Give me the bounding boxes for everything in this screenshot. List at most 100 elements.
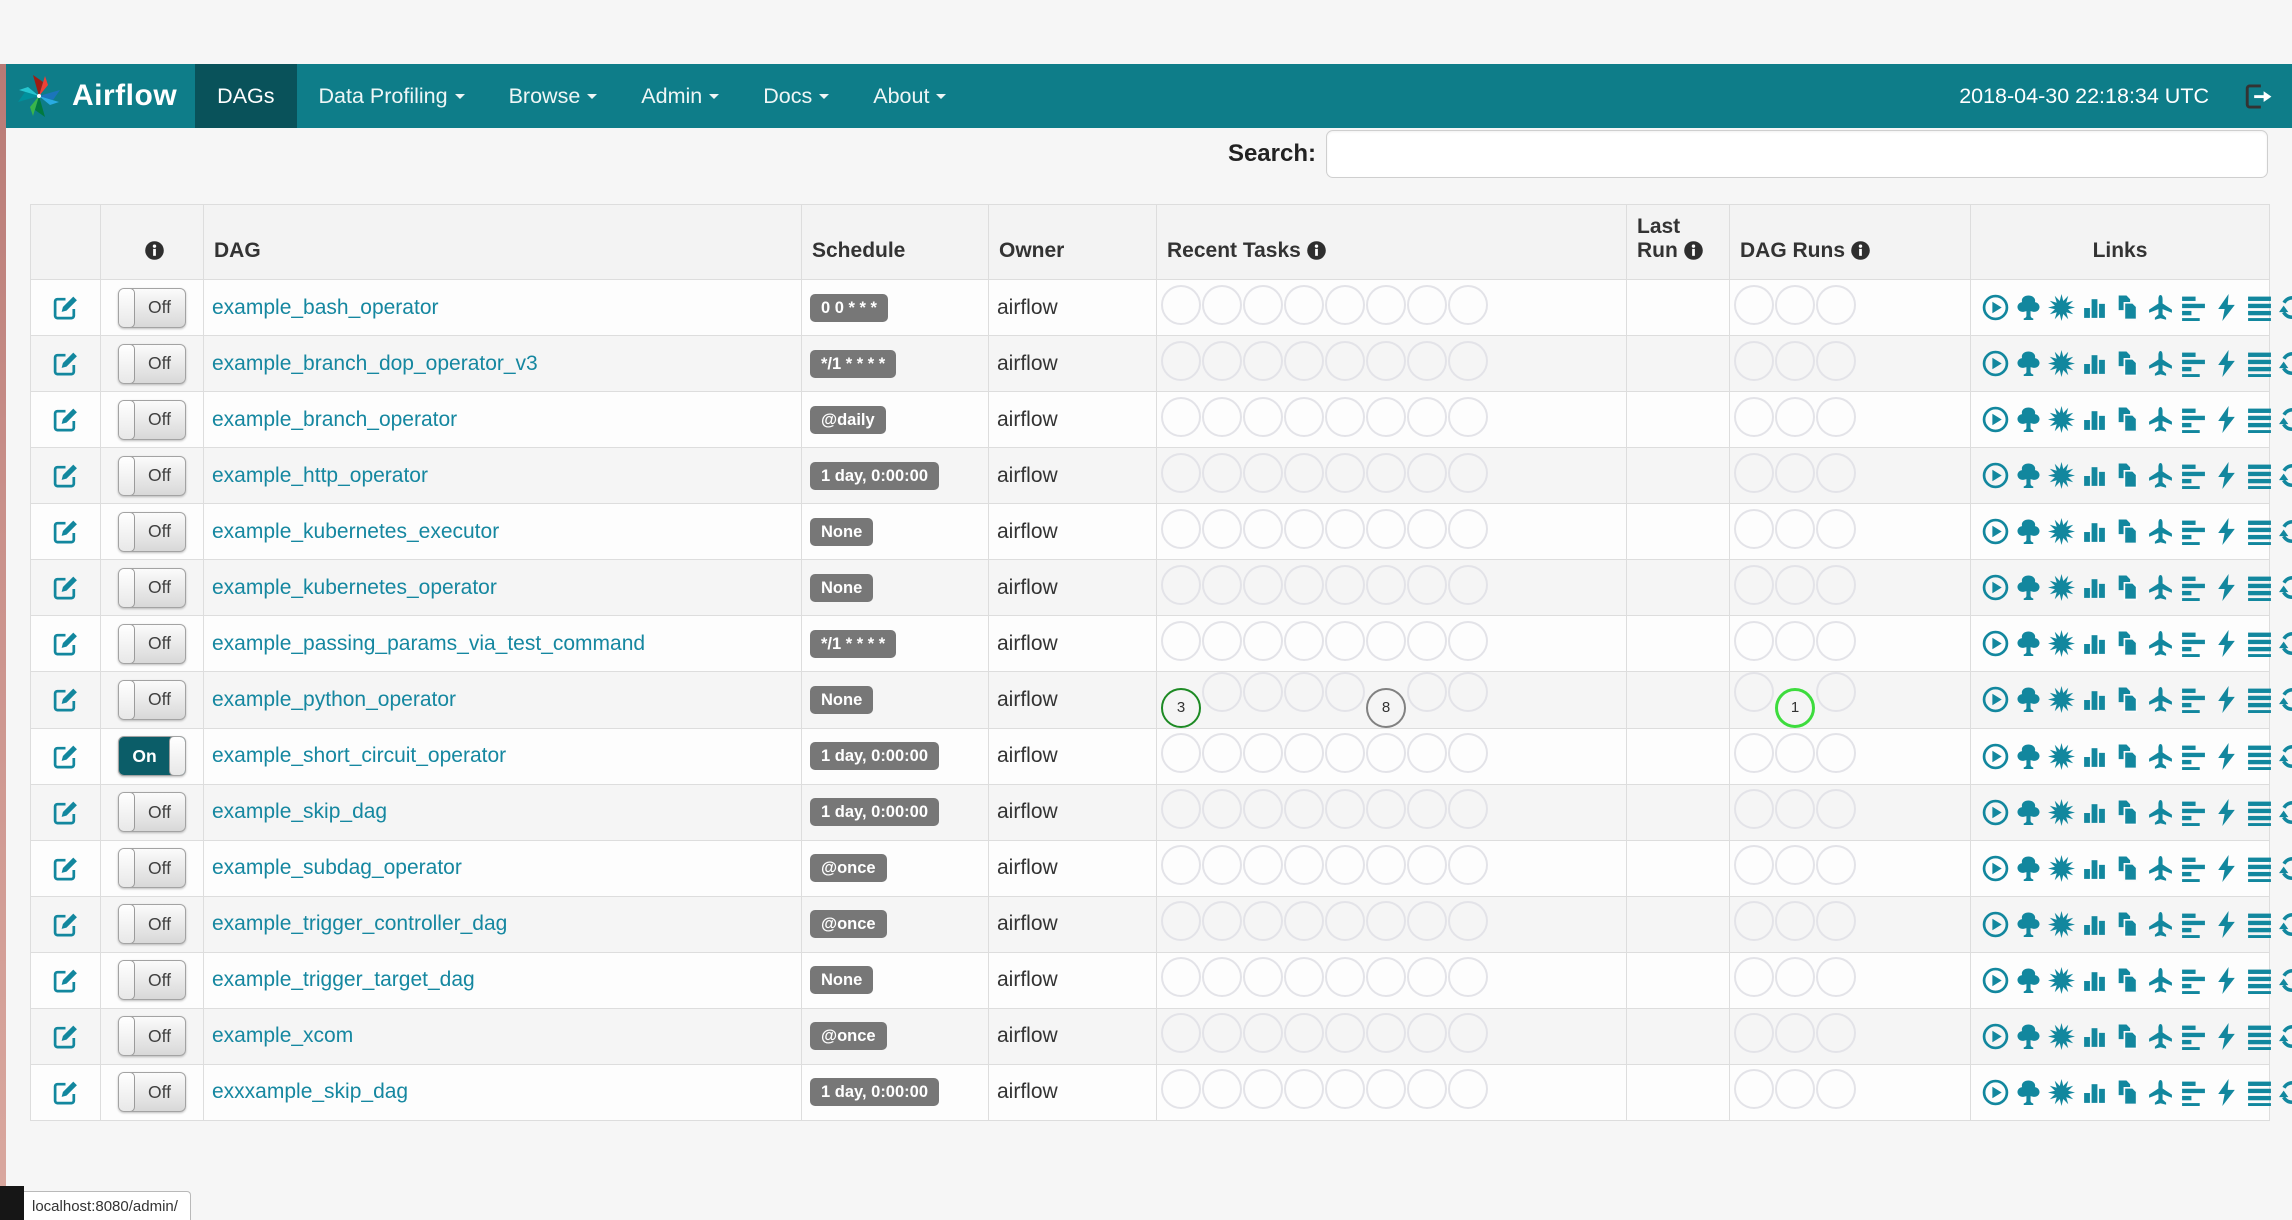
gantt-view-icon[interactable]	[2180, 1079, 2207, 1106]
state-circle[interactable]	[1448, 396, 1488, 437]
state-circle[interactable]	[1284, 452, 1324, 493]
landing-times-icon[interactable]	[2147, 518, 2174, 545]
dag-link[interactable]: example_trigger_target_dag	[212, 968, 475, 991]
state-circle[interactable]	[1407, 672, 1447, 712]
state-circle[interactable]	[1448, 284, 1488, 325]
tree-view-icon[interactable]	[2015, 574, 2042, 601]
state-circle[interactable]	[1161, 957, 1201, 997]
state-circle[interactable]	[1366, 1069, 1406, 1109]
landing-times-icon[interactable]	[2147, 630, 2174, 657]
schedule-badge[interactable]: 1 day, 0:00:00	[810, 1078, 940, 1106]
dag-link[interactable]: example_short_circuit_operator	[212, 744, 506, 767]
gantt-view-icon[interactable]	[2180, 967, 2207, 994]
dag-pause-toggle[interactable]: On	[118, 736, 186, 776]
state-circle[interactable]	[1734, 452, 1774, 493]
state-circle[interactable]	[1407, 789, 1447, 829]
state-circle[interactable]	[1284, 901, 1324, 941]
state-circle[interactable]	[1734, 340, 1774, 381]
graph-view-icon[interactable]	[2048, 855, 2075, 882]
queued-count-circle[interactable]: 8	[1366, 687, 1406, 728]
state-circle[interactable]	[1734, 1069, 1774, 1109]
gantt-view-icon[interactable]	[2180, 743, 2207, 770]
dag-link[interactable]: example_bash_operator	[212, 296, 439, 319]
state-circle[interactable]	[1161, 508, 1201, 549]
dag-pause-toggle[interactable]: Off	[118, 623, 186, 664]
trigger-dag-icon[interactable]	[1982, 911, 2009, 938]
state-circle[interactable]	[1816, 340, 1856, 381]
state-circle[interactable]	[1325, 508, 1365, 549]
state-circle[interactable]	[1775, 284, 1815, 325]
schedule-badge[interactable]: 1 day, 0:00:00	[810, 461, 940, 490]
dag-link[interactable]: example_python_operator	[212, 688, 456, 711]
logs-icon[interactable]	[2246, 855, 2273, 882]
state-circle[interactable]	[1816, 508, 1856, 549]
refresh-icon[interactable]	[2279, 350, 2292, 377]
state-circle[interactable]	[1816, 620, 1856, 661]
search-input[interactable]	[1326, 130, 2268, 178]
task-tries-icon[interactable]	[2114, 350, 2141, 377]
state-circle[interactable]	[1366, 396, 1406, 437]
state-circle[interactable]	[1775, 508, 1815, 549]
state-circle[interactable]	[1816, 672, 1856, 712]
trigger-dag-icon[interactable]	[1982, 686, 2009, 713]
dag-link[interactable]: example_subdag_operator	[212, 856, 462, 879]
trigger-dag-icon[interactable]	[1982, 855, 2009, 882]
logs-icon[interactable]	[2246, 350, 2273, 377]
state-circle[interactable]	[1243, 901, 1283, 941]
logs-icon[interactable]	[2246, 1023, 2273, 1050]
edit-dag-button[interactable]	[52, 1079, 79, 1106]
state-circle[interactable]	[1325, 620, 1365, 661]
edit-dag-button[interactable]	[52, 743, 79, 770]
state-circle[interactable]	[1202, 1013, 1242, 1053]
state-circle[interactable]	[1448, 564, 1488, 605]
trigger-dag-icon[interactable]	[1982, 630, 2009, 657]
state-circle[interactable]	[1734, 901, 1774, 941]
state-circle[interactable]	[1448, 901, 1488, 941]
state-circle[interactable]	[1325, 396, 1365, 437]
code-view-icon[interactable]	[2213, 1079, 2240, 1106]
state-circle[interactable]	[1775, 452, 1815, 493]
edit-dag-button[interactable]	[52, 406, 79, 433]
task-duration-icon[interactable]	[2081, 855, 2108, 882]
state-circle[interactable]	[1284, 672, 1324, 712]
trigger-dag-icon[interactable]	[1982, 518, 2009, 545]
state-circle[interactable]	[1284, 340, 1324, 381]
state-circle[interactable]	[1161, 340, 1201, 381]
state-circle[interactable]	[1202, 340, 1242, 381]
landing-times-icon[interactable]	[2147, 1023, 2174, 1050]
trigger-dag-icon[interactable]	[1982, 1079, 2009, 1106]
refresh-icon[interactable]	[2279, 686, 2292, 713]
schedule-badge[interactable]: @once	[810, 854, 887, 882]
state-circle[interactable]	[1407, 284, 1447, 325]
logs-icon[interactable]	[2246, 743, 2273, 770]
state-circle[interactable]	[1243, 733, 1283, 773]
state-circle[interactable]	[1325, 1069, 1365, 1109]
state-circle[interactable]	[1243, 672, 1283, 712]
logs-icon[interactable]	[2246, 686, 2273, 713]
state-circle[interactable]	[1243, 284, 1283, 325]
landing-times-icon[interactable]	[2147, 855, 2174, 882]
tree-view-icon[interactable]	[2015, 855, 2042, 882]
task-tries-icon[interactable]	[2114, 743, 2141, 770]
state-circle[interactable]	[1448, 733, 1488, 773]
state-circle[interactable]	[1816, 789, 1856, 829]
schedule-badge[interactable]: None	[810, 517, 874, 546]
task-tries-icon[interactable]	[2114, 294, 2141, 321]
graph-view-icon[interactable]	[2048, 350, 2075, 377]
dag-pause-toggle[interactable]: Off	[118, 792, 186, 832]
dag-pause-toggle[interactable]: Off	[118, 399, 186, 440]
trigger-dag-icon[interactable]	[1982, 462, 2009, 489]
code-view-icon[interactable]	[2213, 406, 2240, 433]
state-circle[interactable]	[1407, 564, 1447, 605]
schedule-badge[interactable]: */1 * * * *	[810, 349, 897, 378]
refresh-icon[interactable]	[2279, 799, 2292, 826]
state-circle[interactable]	[1284, 396, 1324, 437]
state-circle[interactable]	[1284, 1069, 1324, 1109]
refresh-icon[interactable]	[2279, 630, 2292, 657]
task-tries-icon[interactable]	[2114, 799, 2141, 826]
refresh-icon[interactable]	[2279, 462, 2292, 489]
schedule-badge[interactable]: None	[810, 966, 874, 994]
state-circle[interactable]	[1734, 620, 1774, 661]
gantt-view-icon[interactable]	[2180, 462, 2207, 489]
state-circle[interactable]	[1366, 508, 1406, 549]
